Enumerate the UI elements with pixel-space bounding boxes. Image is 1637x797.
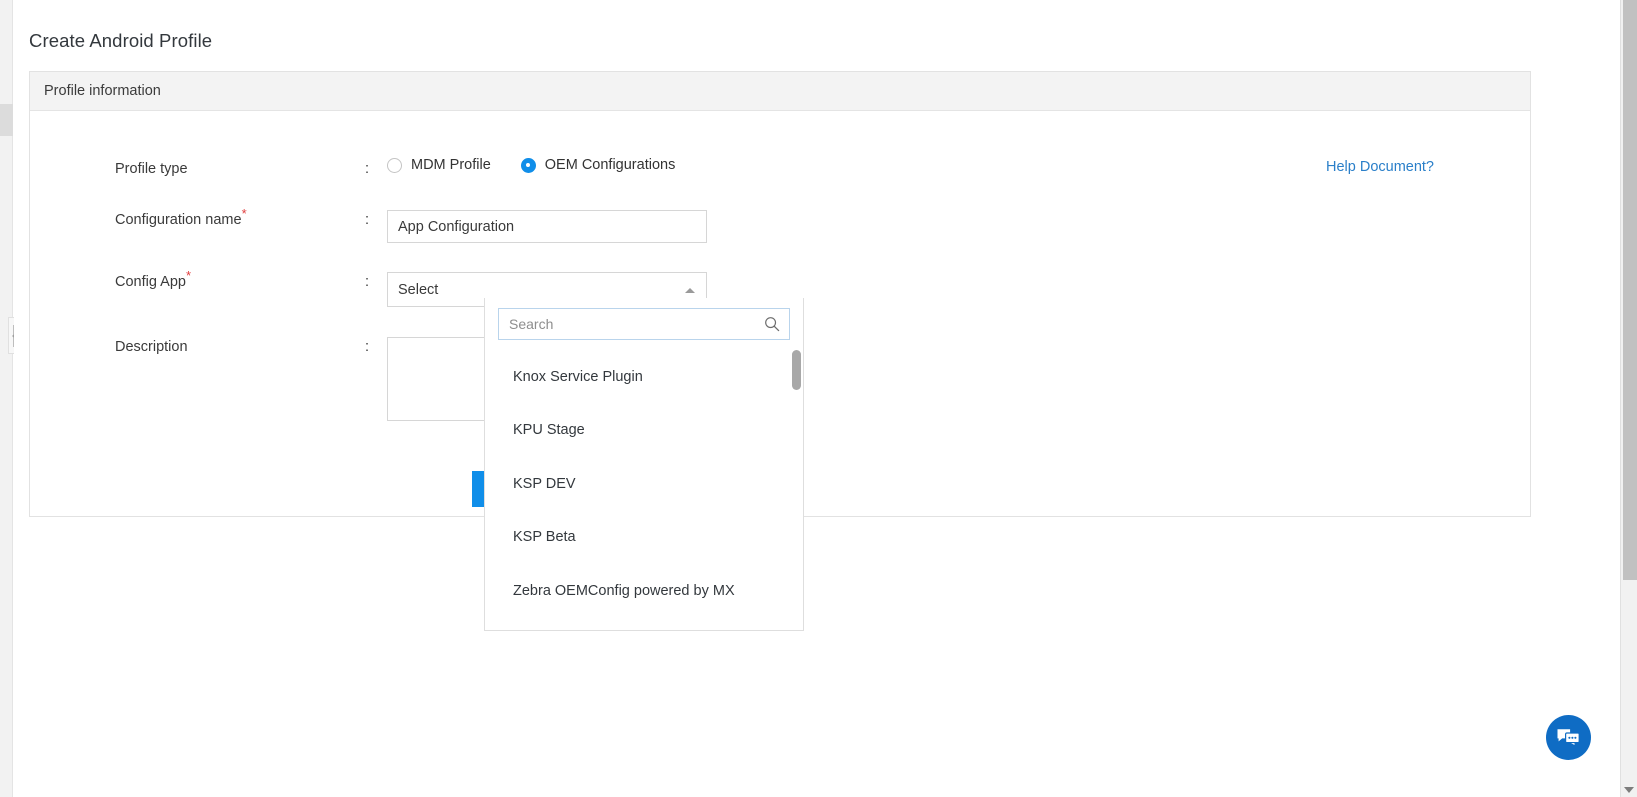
page-title: Create Android Profile (29, 30, 212, 52)
left-rail-block (0, 104, 13, 136)
dropdown-search-wrap (485, 298, 803, 340)
label-description: Description (30, 337, 365, 357)
label-profile-type: Profile type (30, 159, 365, 179)
card-header-label: Profile information (44, 83, 161, 99)
radio-label-oem-configurations: OEM Configurations (545, 157, 676, 173)
chat-bubble-glyph (1556, 727, 1581, 749)
required-asterisk: * (242, 206, 247, 221)
form-row-profile-type: Profile type : MDM Profile OEM Configura… (30, 159, 1530, 179)
radio-label-mdm-profile: MDM Profile (411, 157, 491, 173)
content-area: Create Android Profile Profile informati… (14, 0, 1617, 797)
label-configuration-name: Configuration name* (30, 210, 365, 230)
scroll-down-arrow-icon[interactable] (1624, 787, 1634, 793)
page-scrollbar[interactable] (1620, 0, 1637, 797)
chevron-up-icon (685, 288, 695, 293)
colon-profile-type: : (365, 159, 387, 179)
label-profile-type-text: Profile type (115, 161, 188, 177)
field-profile-type: MDM Profile OEM Configurations Help Docu… (387, 159, 1530, 173)
dropdown-search-input[interactable] (499, 309, 789, 339)
dropdown-option[interactable]: Zebra OEMConfig powered by MX (485, 564, 803, 618)
label-description-text: Description (115, 339, 188, 355)
colon-config-app: : (365, 272, 387, 292)
radio-circle-selected-icon (521, 158, 536, 173)
config-app-selected-text: Select (398, 282, 438, 298)
radio-circle-icon (387, 158, 402, 173)
form-row-configuration-name: Configuration name* : (30, 210, 1530, 243)
dropdown-option[interactable]: KPU Stage (485, 404, 803, 458)
dropdown-option[interactable]: KSP Beta (485, 511, 803, 565)
dropdown-search-box[interactable] (498, 308, 790, 340)
dropdown-scrollbar-thumb[interactable] (792, 350, 801, 390)
radio-option-mdm-profile[interactable]: MDM Profile (387, 157, 491, 173)
configuration-name-input[interactable] (387, 210, 707, 243)
label-configuration-name-text: Configuration name (115, 212, 242, 228)
config-app-dropdown-panel: Knox Service Plugin KPU Stage KSP DEV KS… (484, 298, 804, 631)
left-rail (0, 0, 13, 797)
dropdown-option[interactable]: KSP DEV (485, 457, 803, 511)
help-document-link[interactable]: Help Document? (1326, 159, 1434, 175)
dropdown-option-list[interactable]: Knox Service Plugin KPU Stage KSP DEV KS… (485, 350, 803, 629)
card-header: Profile information (30, 72, 1530, 111)
colon-description: : (365, 337, 387, 357)
dropdown-scrollbar-track[interactable] (792, 350, 801, 629)
label-config-app: Config App* (30, 272, 365, 292)
dropdown-option[interactable]: Knox Service Plugin (485, 350, 803, 404)
required-asterisk: * (186, 268, 191, 283)
chat-bubble-icon[interactable] (1546, 715, 1591, 760)
radio-option-oem-configurations[interactable]: OEM Configurations (521, 157, 676, 173)
colon-configuration-name: : (365, 210, 387, 230)
field-configuration-name (387, 210, 1530, 243)
page-scrollbar-thumb[interactable] (1623, 0, 1637, 580)
label-config-app-text: Config App (115, 274, 186, 290)
app-window: Create Android Profile Profile informati… (0, 0, 1637, 797)
